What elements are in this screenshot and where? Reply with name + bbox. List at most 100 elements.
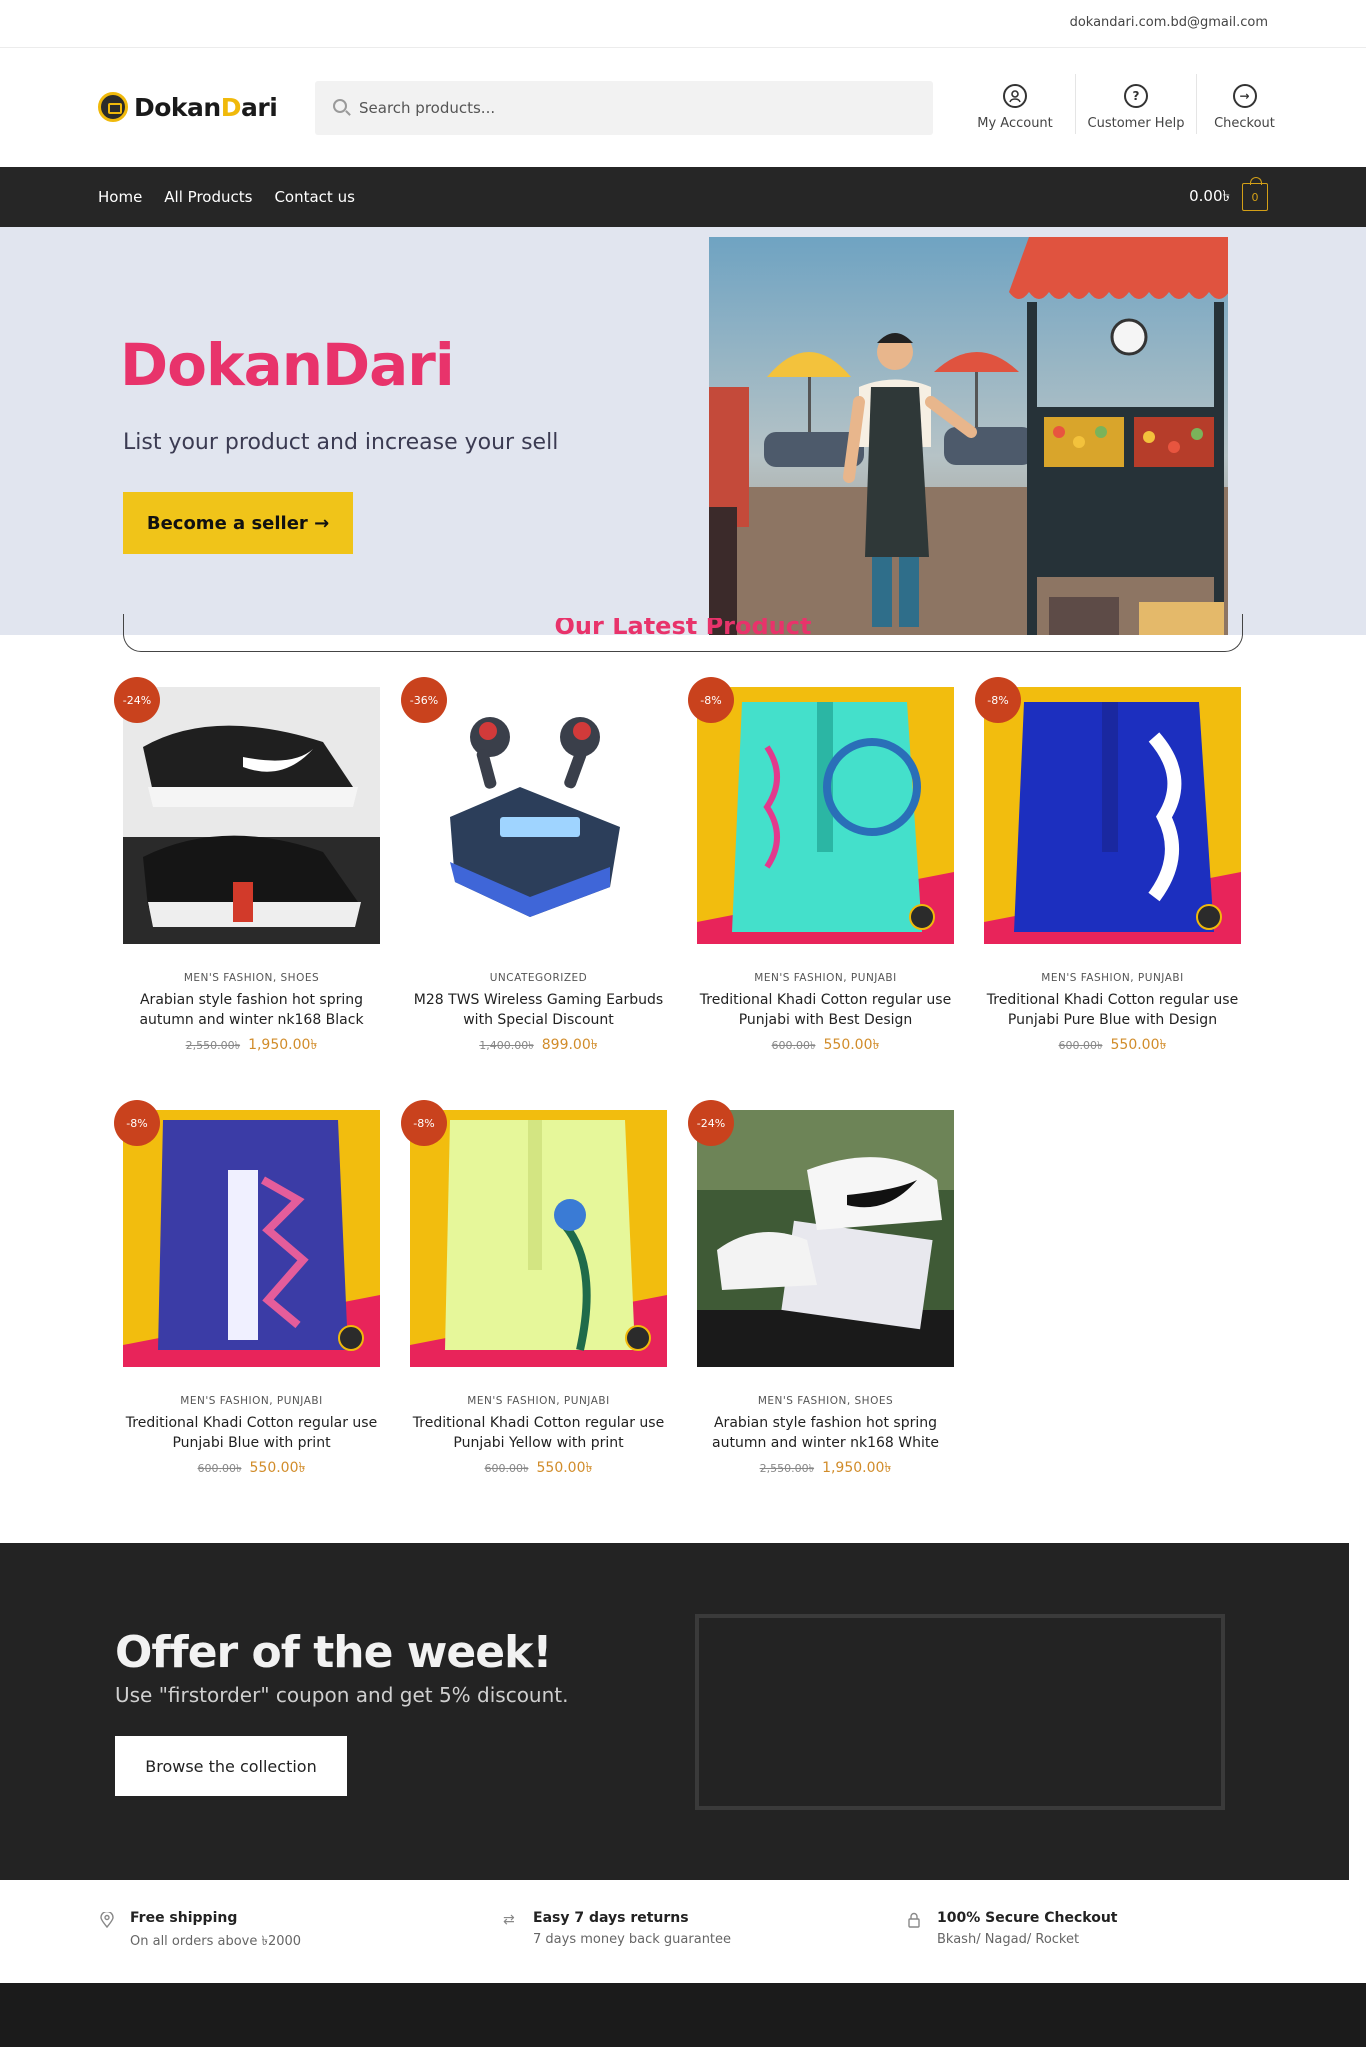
logo-text: DokanDari <box>134 92 278 122</box>
feature-title: Free shipping <box>130 1910 238 1926</box>
product-name[interactable]: M28 TWS Wireless Gaming Earbuds with Spe… <box>410 990 667 1030</box>
product-category[interactable]: UNCATEGORIZED <box>410 972 667 984</box>
old-price: 1,400.00৳ <box>479 1039 534 1052</box>
arrow-right-icon: → <box>1232 84 1257 108</box>
user-icon <box>1003 84 1027 108</box>
cart-widget[interactable]: 0.00৳ 0 <box>1189 177 1268 211</box>
old-price: 600.00৳ <box>484 1462 529 1475</box>
product-card[interactable]: -36% UNCATEGORIZED M28 TWS Wireless Gami… <box>401 677 667 1057</box>
product-category[interactable]: MEN'S FASHION, PUNJABI <box>410 1395 667 1407</box>
nav-item-home[interactable]: Home <box>98 188 142 206</box>
product-image-black-sneakers[interactable] <box>123 687 380 944</box>
hero-subtitle: List your product and increase your sell <box>123 430 559 455</box>
product-name[interactable]: Treditional Khadi Cotton regular use Pun… <box>410 1413 667 1453</box>
feature-desc: 7 days money back guarantee <box>533 1932 732 1947</box>
features-strip: Free shipping On all orders above ৳2000 … <box>0 1880 1366 1983</box>
browse-collection-button[interactable]: Browse the collection <box>115 1736 347 1796</box>
product-price: 600.00৳ 550.00৳ <box>410 1456 667 1480</box>
offer-of-the-week-section: Offer of the week! Use "firstorder" coup… <box>0 1543 1349 1880</box>
site-header: DokanDari My Account ? Customer Help → C… <box>0 48 1366 167</box>
product-name[interactable]: Arabian style fashion hot spring autumn … <box>697 1413 954 1453</box>
sale-price: 550.00৳ <box>249 1460 306 1476</box>
contact-email[interactable]: dokandari.com.bd@gmail.com <box>1070 15 1268 30</box>
product-category[interactable]: MEN'S FASHION, PUNJABI <box>123 1395 380 1407</box>
cart-count: 0 <box>1251 190 1259 204</box>
nav-menu: Home All Products Contact us <box>98 167 377 227</box>
cart-amount: 0.00৳ <box>1189 186 1230 205</box>
offer-title: Offer of the week! <box>115 1627 552 1678</box>
product-image-earbuds[interactable] <box>410 687 667 944</box>
product-category[interactable]: MEN'S FASHION, PUNJABI <box>697 972 954 984</box>
sale-badge: -8% <box>975 677 1021 723</box>
checkout-link[interactable]: → Checkout <box>1197 74 1292 134</box>
logo-icon <box>98 92 128 122</box>
feature-desc: On all orders above ৳2000 <box>130 1934 302 1949</box>
product-name[interactable]: Treditional Khadi Cotton regular use Pun… <box>123 1413 380 1453</box>
product-price: 600.00৳ 550.00৳ <box>123 1456 380 1480</box>
location-pin-icon <box>100 1910 116 1929</box>
feature-desc: Bkash/ Nagad/ Rocket <box>937 1932 1080 1947</box>
header-links: My Account ? Customer Help → Checkout <box>955 74 1292 134</box>
product-name[interactable]: Treditional Khadi Cotton regular use Pun… <box>984 990 1241 1030</box>
offer-media-frame <box>695 1614 1225 1810</box>
search-input[interactable] <box>359 81 919 135</box>
product-price: 2,550.00৳ 1,950.00৳ <box>123 1033 380 1057</box>
customer-help-link[interactable]: ? Customer Help <box>1076 74 1197 134</box>
market-vendor-illustration <box>709 237 1228 635</box>
product-image-yellow-punjabi[interactable] <box>410 1110 667 1367</box>
product-name[interactable]: Treditional Khadi Cotton regular use Pun… <box>697 990 954 1030</box>
product-image-white-sneakers[interactable] <box>697 1110 954 1367</box>
lock-icon <box>907 1912 923 1928</box>
product-card[interactable]: -8% MEN'S FASHION, PUNJABI Treditional K… <box>401 1100 667 1480</box>
swap-arrows-icon: ⇄ <box>503 1912 515 1928</box>
product-price: 1,400.00৳ 899.00৳ <box>410 1033 667 1057</box>
product-card[interactable]: -24% MEN'S FASHION, SHOES Arabian style … <box>688 1100 954 1480</box>
sale-badge: -36% <box>401 677 447 723</box>
product-image-mint-punjabi[interactable] <box>697 687 954 944</box>
sale-price: 550.00৳ <box>536 1460 593 1476</box>
sale-price: 550.00৳ <box>823 1037 880 1053</box>
product-name[interactable]: Arabian style fashion hot spring autumn … <box>123 990 380 1030</box>
sale-price: 550.00৳ <box>1110 1037 1167 1053</box>
old-price: 600.00৳ <box>1058 1039 1103 1052</box>
site-logo[interactable]: DokanDari <box>98 90 278 124</box>
sale-price: 1,950.00৳ <box>822 1460 892 1476</box>
old-price: 600.00৳ <box>771 1039 816 1052</box>
sale-badge: -8% <box>401 1100 447 1146</box>
cart-bag-icon: 0 <box>1242 177 1268 211</box>
sale-badge: -24% <box>114 677 160 723</box>
sale-price: 1,950.00৳ <box>248 1037 318 1053</box>
product-price: 600.00৳ 550.00৳ <box>984 1033 1241 1057</box>
product-category[interactable]: MEN'S FASHION, SHOES <box>123 972 380 984</box>
feature-title: Easy 7 days returns <box>533 1910 689 1926</box>
product-image-purple-print-punjabi[interactable] <box>123 1110 380 1367</box>
product-card[interactable]: -8% MEN'S FASHION, PUNJABI Treditional K… <box>688 677 954 1057</box>
offer-subtitle: Use "firstorder" coupon and get 5% disco… <box>115 1683 569 1707</box>
top-bar: dokandari.com.bd@gmail.com <box>0 0 1366 48</box>
customer-help-label: Customer Help <box>1087 116 1185 131</box>
old-price: 2,550.00৳ <box>185 1039 241 1052</box>
hero-title: DokanDari <box>120 331 455 399</box>
product-card[interactable]: -8% MEN'S FASHION, PUNJABI Treditional K… <box>114 1100 380 1480</box>
product-image-blue-punjabi[interactable] <box>984 687 1241 944</box>
site-footer <box>0 1983 1366 2047</box>
nav-item-all-products[interactable]: All Products <box>164 188 252 206</box>
product-category[interactable]: MEN'S FASHION, PUNJABI <box>984 972 1241 984</box>
sale-price: 899.00৳ <box>541 1037 598 1053</box>
product-card[interactable]: -8% MEN'S FASHION, PUNJABI Treditional K… <box>975 677 1241 1057</box>
become-seller-button[interactable]: Become a seller → <box>123 492 353 554</box>
sale-badge: -8% <box>114 1100 160 1146</box>
search-box <box>315 81 933 135</box>
feature-title: 100% Secure Checkout <box>937 1910 1118 1926</box>
my-account-link[interactable]: My Account <box>955 74 1076 134</box>
sale-badge: -24% <box>688 1100 734 1146</box>
product-card[interactable]: -24% MEN'S FASHION, SHOES Arabian style … <box>114 677 380 1057</box>
product-category[interactable]: MEN'S FASHION, SHOES <box>697 1395 954 1407</box>
main-navigation: Home All Products Contact us 0.00৳ 0 <box>0 167 1366 227</box>
old-price: 2,550.00৳ <box>759 1462 815 1475</box>
nav-item-contact-us[interactable]: Contact us <box>274 188 354 206</box>
sale-badge: -8% <box>688 677 734 723</box>
question-icon: ? <box>1124 84 1148 108</box>
latest-products-title: Our Latest Product <box>554 618 812 640</box>
product-price: 2,550.00৳ 1,950.00৳ <box>697 1456 954 1480</box>
